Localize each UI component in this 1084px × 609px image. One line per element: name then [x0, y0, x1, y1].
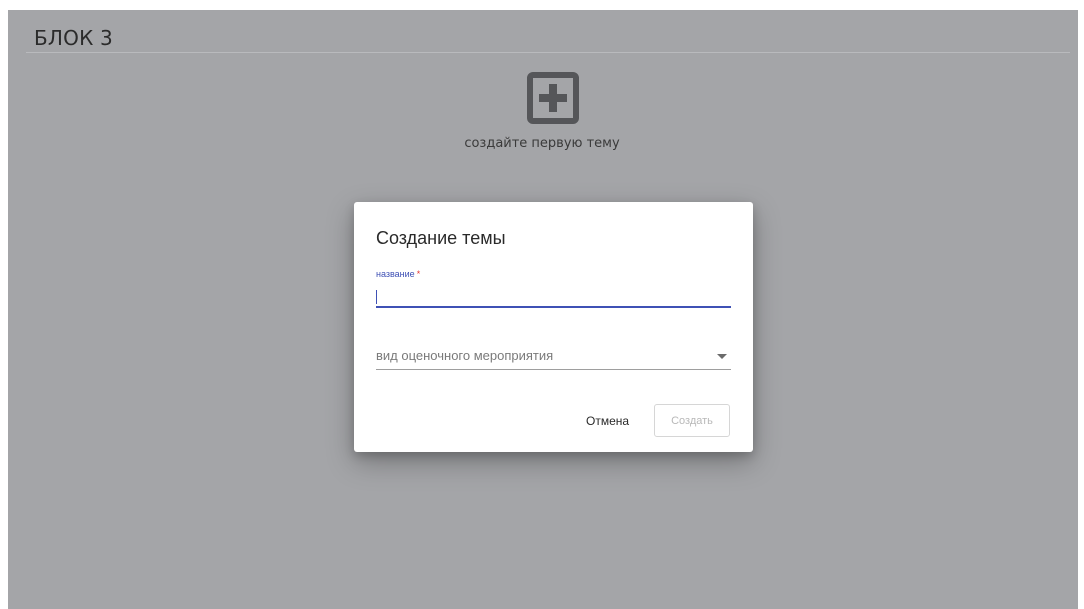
- name-input[interactable]: [376, 286, 731, 308]
- add-topic-button[interactable]: [527, 72, 579, 124]
- text-cursor: [376, 290, 377, 304]
- name-field-label: название *: [376, 269, 420, 279]
- caret-down-icon: [717, 354, 727, 359]
- empty-state-hint: создайте первую тему: [464, 136, 620, 151]
- required-marker: *: [416, 269, 421, 279]
- header-divider: [26, 52, 1070, 53]
- name-label-text: название: [376, 269, 415, 279]
- dialog-title: Создание темы: [376, 228, 506, 248]
- block-title: БЛОК 3: [34, 26, 113, 50]
- assessment-type-select[interactable]: вид оценочного мероприятия: [376, 346, 731, 370]
- create-button[interactable]: Создать: [654, 404, 730, 437]
- plus-box-icon: [527, 72, 579, 124]
- cancel-button[interactable]: Отмена: [580, 406, 635, 436]
- page-root: БЛОК 3 создайте первую тему Создание тем…: [0, 0, 1084, 609]
- assessment-type-placeholder: вид оценочного мероприятия: [376, 348, 554, 363]
- create-topic-dialog: Создание темы название * вид оценочного м…: [354, 202, 753, 452]
